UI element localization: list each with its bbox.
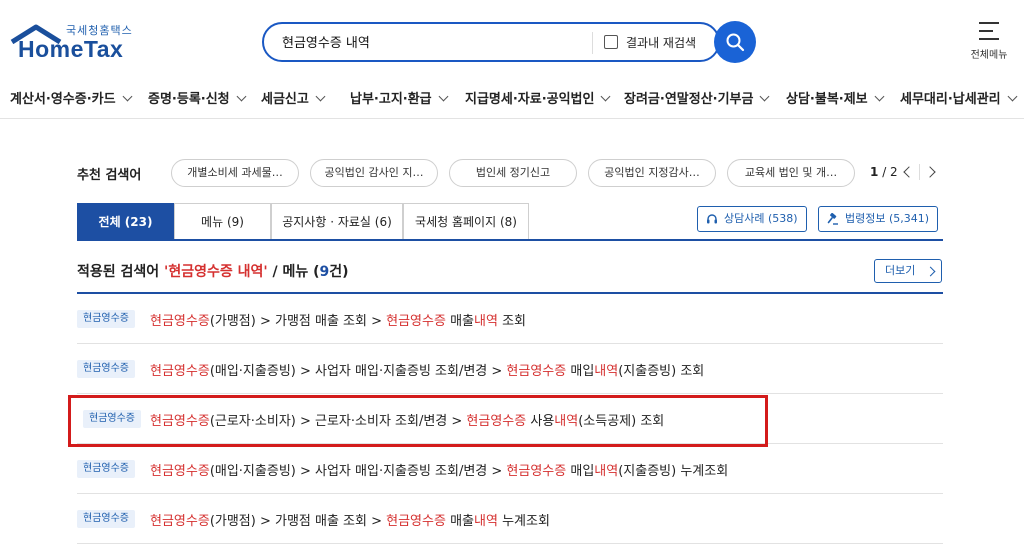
chevron-down-icon	[601, 91, 611, 102]
result-row[interactable]: 현금영수증 현금영수증(매입·지출증빙) > 사업자 매입·지출증빙 조회/변경…	[77, 344, 943, 394]
search-button[interactable]	[714, 21, 756, 63]
result-row[interactable]: 현금영수증 현금영수증(매입·지출증빙) > 사업자 매입·지출증빙 조회/변경…	[77, 444, 943, 494]
nav-item-tax-report[interactable]: 세금신고	[261, 88, 326, 107]
main-nav: 계산서·영수증·카드 증명·등록·신청 세금신고 납부·고지·환급 지급명세·자…	[0, 82, 1024, 119]
tab-menu[interactable]: 메뉴 (9)	[174, 203, 271, 240]
result-link[interactable]: 현금영수증(매입·지출증빙) > 사업자 매입·지출증빙 조회/변경 > 현금영…	[150, 360, 704, 379]
recommended-pager: 1 / 2	[870, 165, 898, 179]
chevron-down-icon	[315, 91, 326, 102]
result-link[interactable]: 현금영수증(가맹점) > 가맹점 매출 조회 > 현금영수증 매출내역 누계조회	[150, 510, 550, 529]
recommended-keyword[interactable]: 개별소비세 과세물…	[171, 159, 299, 187]
tab-all[interactable]: 전체 (23)	[77, 203, 174, 240]
nav-item-invoice[interactable]: 계산서·영수증·카드	[10, 88, 133, 107]
tab-nts-homepage[interactable]: 국세청 홈페이지 (8)	[403, 203, 529, 240]
chevron-right-icon[interactable]	[924, 166, 936, 178]
nav-item-statement[interactable]: 지급명세·자료·공익법인	[465, 88, 611, 107]
pager-divider	[919, 164, 920, 180]
chevron-down-icon	[122, 91, 133, 102]
recommended-title: 추천 검색어	[77, 168, 142, 183]
consult-cases-label: 상담사례 (538)	[724, 212, 798, 225]
law-info-button[interactable]: 법령정보 (5,341)	[818, 206, 939, 232]
result-link[interactable]: 현금영수증(가맹점) > 가맹점 매출 조회 > 현금영수증 매출내역 조회	[150, 310, 526, 329]
pager-total: / 2	[882, 165, 898, 179]
category-badge: 현금영수증	[77, 460, 135, 478]
gavel-icon	[827, 213, 838, 225]
category-badge: 현금영수증	[77, 360, 135, 378]
pager-current: 1	[870, 165, 879, 179]
result-link[interactable]: 현금영수증(매입·지출증빙) > 사업자 매입·지출증빙 조회/변경 > 현금영…	[150, 460, 728, 479]
chevron-down-icon	[760, 91, 770, 102]
search-divider	[592, 32, 593, 54]
hamburger-icon	[979, 22, 999, 40]
nav-item-certificate[interactable]: 증명·등록·신청	[148, 88, 247, 107]
nav-item-payment[interactable]: 납부·고지·환급	[350, 88, 449, 107]
more-button[interactable]: 더보기	[874, 259, 942, 283]
chevron-left-icon[interactable]	[903, 166, 915, 178]
search-input[interactable]	[282, 34, 582, 49]
applied-keyword: '현금영수증 내역'	[164, 264, 268, 280]
recommended-keyword[interactable]: 법인세 정기신고	[449, 159, 577, 187]
recommended-keyword[interactable]: 공익법인 감사인 지…	[310, 159, 438, 187]
chevron-down-icon	[236, 91, 247, 102]
nav-item-consult[interactable]: 상담·불복·제보	[786, 88, 885, 107]
law-info-label: 법령정보 (5,341)	[845, 212, 930, 225]
tab-underline	[77, 239, 943, 241]
results-heading: 적용된 검색어 '현금영수증 내역' / 메뉴 (9건)	[77, 264, 349, 280]
chevron-down-icon	[438, 91, 449, 102]
hometax-logo[interactable]: 국세청홈택스 HomeTax	[10, 22, 140, 64]
category-badge: 현금영수증	[77, 510, 135, 528]
all-menu-label: 전체메뉴	[970, 50, 1008, 61]
research-checkbox[interactable]	[604, 35, 618, 49]
chevron-right-icon	[925, 266, 936, 277]
logo-title: HomeTax	[18, 36, 124, 62]
all-menu-button[interactable]: 전체메뉴	[962, 22, 1016, 61]
category-badge: 현금영수증	[77, 310, 135, 328]
chevron-down-icon	[874, 91, 885, 102]
highlight-annotation-box	[68, 395, 768, 447]
result-row[interactable]: 현금영수증 현금영수증(가맹점) > 가맹점 매출 조회 > 현금영수증 매출내…	[77, 494, 943, 544]
consult-cases-button[interactable]: 상담사례 (538)	[697, 206, 807, 232]
results-count: 9	[319, 264, 330, 280]
search-icon	[726, 33, 745, 52]
chevron-down-icon	[1007, 91, 1018, 102]
nav-item-agent[interactable]: 세무대리·납세관리	[900, 88, 1018, 107]
nav-item-incentive[interactable]: 장려금·연말정산·기부금	[624, 88, 770, 107]
recommended-keyword[interactable]: 교육세 법인 및 개…	[727, 159, 855, 187]
result-row[interactable]: 현금영수증 현금영수증(가맹점) > 가맹점 매출 조회 > 현금영수증 매출내…	[77, 294, 943, 344]
research-label[interactable]: 결과내 재검색	[626, 34, 696, 51]
headset-icon	[707, 214, 717, 224]
tab-notice[interactable]: 공지사항 · 자료실 (6)	[271, 203, 403, 240]
recommended-keyword[interactable]: 공익법인 지정감사…	[588, 159, 716, 187]
search-box: 결과내 재검색	[262, 22, 720, 62]
